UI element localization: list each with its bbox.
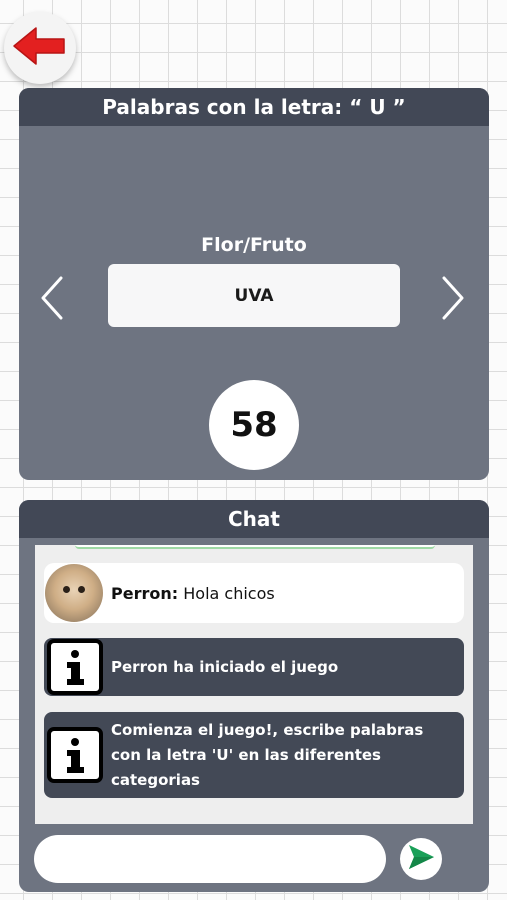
word-field[interactable]: UVA (108, 264, 400, 327)
author-separator: : (171, 583, 179, 603)
chat-panel: Chat Perron: Hola chicos Perron ha inici… (19, 500, 489, 892)
message-author: Perron (111, 583, 172, 603)
system-message-text: Comienza el juego!, escribe palabras con… (111, 718, 423, 793)
chat-input[interactable] (34, 835, 386, 883)
game-title: Palabras con la letra: “ U ” (19, 88, 489, 126)
chat-message-system: Comienza el juego!, escribe palabras con… (44, 712, 464, 798)
system-message-line: categorias (111, 770, 200, 789)
previous-message-edge (75, 545, 435, 549)
send-icon (406, 842, 436, 876)
category-label: Flor/Fruto (201, 234, 307, 256)
avatar (45, 564, 103, 622)
arrow-left-icon (12, 26, 68, 70)
system-message-line: Comienza el juego!, escribe palabras (111, 720, 424, 739)
system-message-text: Perron ha iniciado el juego (111, 657, 339, 676)
game-panel: Palabras con la letra: “ U ” Flor/Fruto … (19, 88, 489, 480)
next-category-button[interactable] (438, 276, 468, 324)
chat-message-user: Perron: Hola chicos (44, 563, 464, 623)
info-icon (46, 639, 104, 695)
back-button[interactable] (4, 12, 76, 84)
timer-badge: 58 (209, 380, 299, 470)
message-text: Hola chicos (183, 583, 275, 603)
system-message-line: con la letra 'U' en las diferentes (111, 745, 381, 764)
info-icon (46, 727, 104, 783)
send-button[interactable] (400, 838, 442, 880)
chat-message-list[interactable]: Perron: Hola chicos Perron ha iniciado e… (35, 545, 473, 824)
chat-message-system: Perron ha iniciado el juego (44, 638, 464, 696)
chat-title: Chat (19, 500, 489, 538)
chevron-right-icon (440, 276, 466, 324)
chat-message-content: Perron: Hola chicos (111, 584, 275, 603)
chevron-left-icon (39, 276, 65, 324)
previous-category-button[interactable] (37, 276, 67, 324)
